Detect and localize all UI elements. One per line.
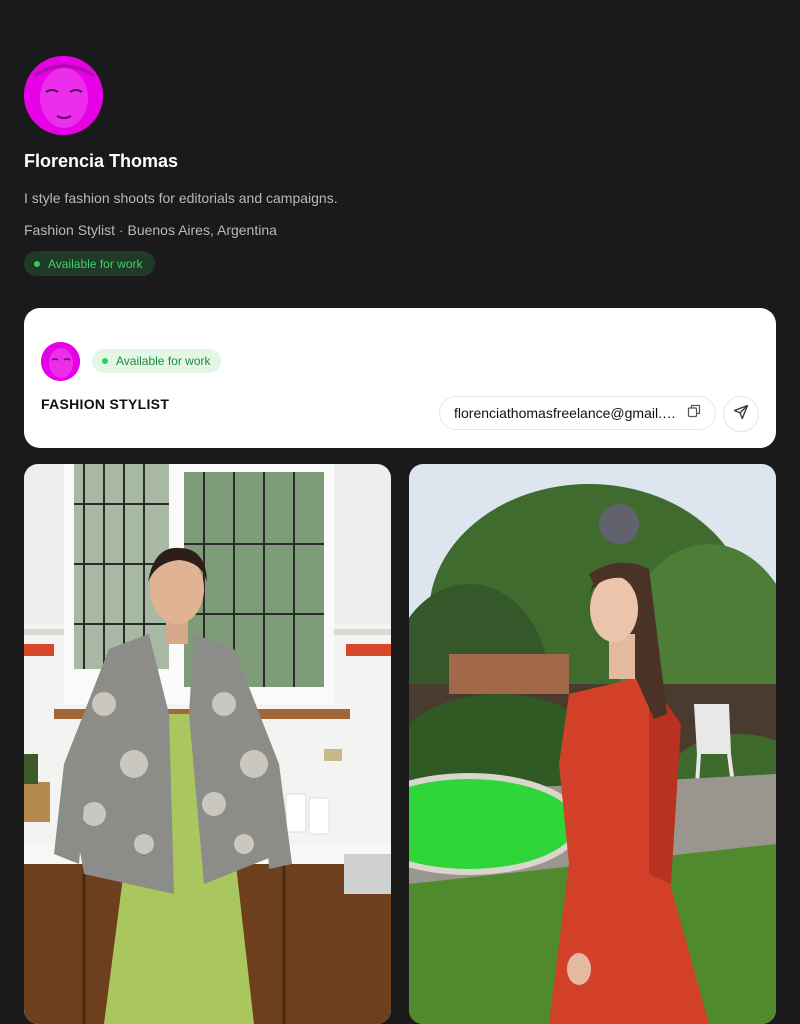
email-text: florenciathomasfreelance@gmail.com xyxy=(454,405,677,421)
send-button[interactable] xyxy=(723,396,759,432)
copy-icon[interactable] xyxy=(687,404,701,423)
profile-bio: I style fashion shoots for editorials an… xyxy=(24,190,338,206)
availability-label: Available for work xyxy=(48,256,143,271)
availability-badge: Available for work xyxy=(24,251,155,276)
profile-name: Florencia Thomas xyxy=(24,151,179,171)
card-role: FASHION STYLIST xyxy=(41,396,170,412)
send-icon xyxy=(733,404,749,425)
portfolio-image-2[interactable] xyxy=(409,464,776,1024)
portfolio-image-1[interactable] xyxy=(24,464,391,1024)
status-dot-icon xyxy=(102,358,108,364)
email-copy-field[interactable]: florenciathomasfreelance@gmail.com xyxy=(439,396,716,430)
contact-card: Available for work FASHION STYLIST flore… xyxy=(24,308,776,448)
card-avatar xyxy=(41,342,80,381)
profile-meta: Fashion Stylist · Buenos Aires, Argentin… xyxy=(24,222,277,238)
status-dot-icon xyxy=(34,260,40,267)
profile-avatar xyxy=(24,56,103,135)
card-availability-label: Available for work xyxy=(116,354,211,368)
card-availability-badge: Available for work xyxy=(92,349,221,373)
